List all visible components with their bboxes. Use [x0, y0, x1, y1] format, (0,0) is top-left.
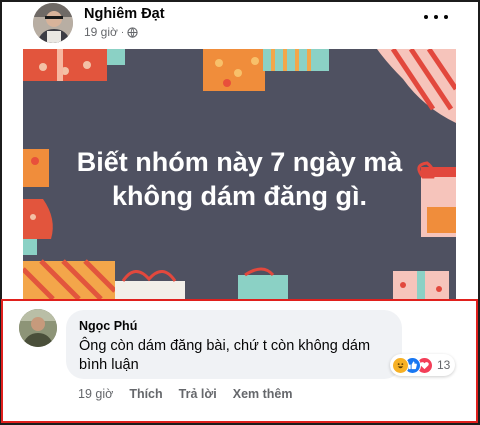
see-more-button[interactable]: Xem thêm [233, 387, 293, 401]
globe-icon [127, 26, 138, 38]
meta-separator: · [120, 26, 125, 38]
comment-time[interactable]: 19 giờ [78, 387, 113, 401]
more-options-button[interactable] [424, 9, 448, 25]
post-image-text-line: không dám đăng gì. [112, 181, 367, 211]
reaction-summary[interactable]: 13 [390, 354, 456, 376]
author-name[interactable]: Nghiêm Đạt [84, 6, 165, 22]
commenter-name[interactable]: Ngọc Phú [79, 319, 137, 333]
post-image[interactable]: Biết nhóm này 7 ngày mà không dám đăng g… [23, 49, 456, 299]
post-meta: 19 giờ · [84, 25, 138, 39]
comment-text: Ông còn dám đăng bài, chứ t còn không dá… [79, 338, 371, 373]
reply-button[interactable]: Trả lời [179, 387, 217, 401]
dot-icon [434, 15, 438, 19]
haha-icon [392, 356, 409, 374]
comment-bubble: Ngọc Phú Ông còn dám đăng bài, chứ t còn… [66, 310, 402, 379]
post-image-text-line: Biết nhóm này 7 ngày mà [76, 147, 403, 177]
commenter-avatar[interactable] [19, 309, 57, 347]
post-time[interactable]: 19 giờ [84, 25, 118, 39]
comment-actions: 19 giờ Thích Trả lời Xem thêm [78, 387, 292, 401]
post-image-text: Biết nhóm này 7 ngày mà không dám đăng g… [23, 145, 456, 213]
dot-icon [424, 15, 428, 19]
reaction-count: 13 [437, 358, 451, 372]
comment-highlight: Ngọc Phú Ông còn dám đăng bài, chứ t còn… [1, 299, 478, 423]
dot-icon [444, 15, 448, 19]
author-avatar[interactable] [33, 3, 73, 43]
like-button[interactable]: Thích [129, 387, 162, 401]
post-header: Nghiêm Đạt 19 giờ · [0, 0, 476, 44]
